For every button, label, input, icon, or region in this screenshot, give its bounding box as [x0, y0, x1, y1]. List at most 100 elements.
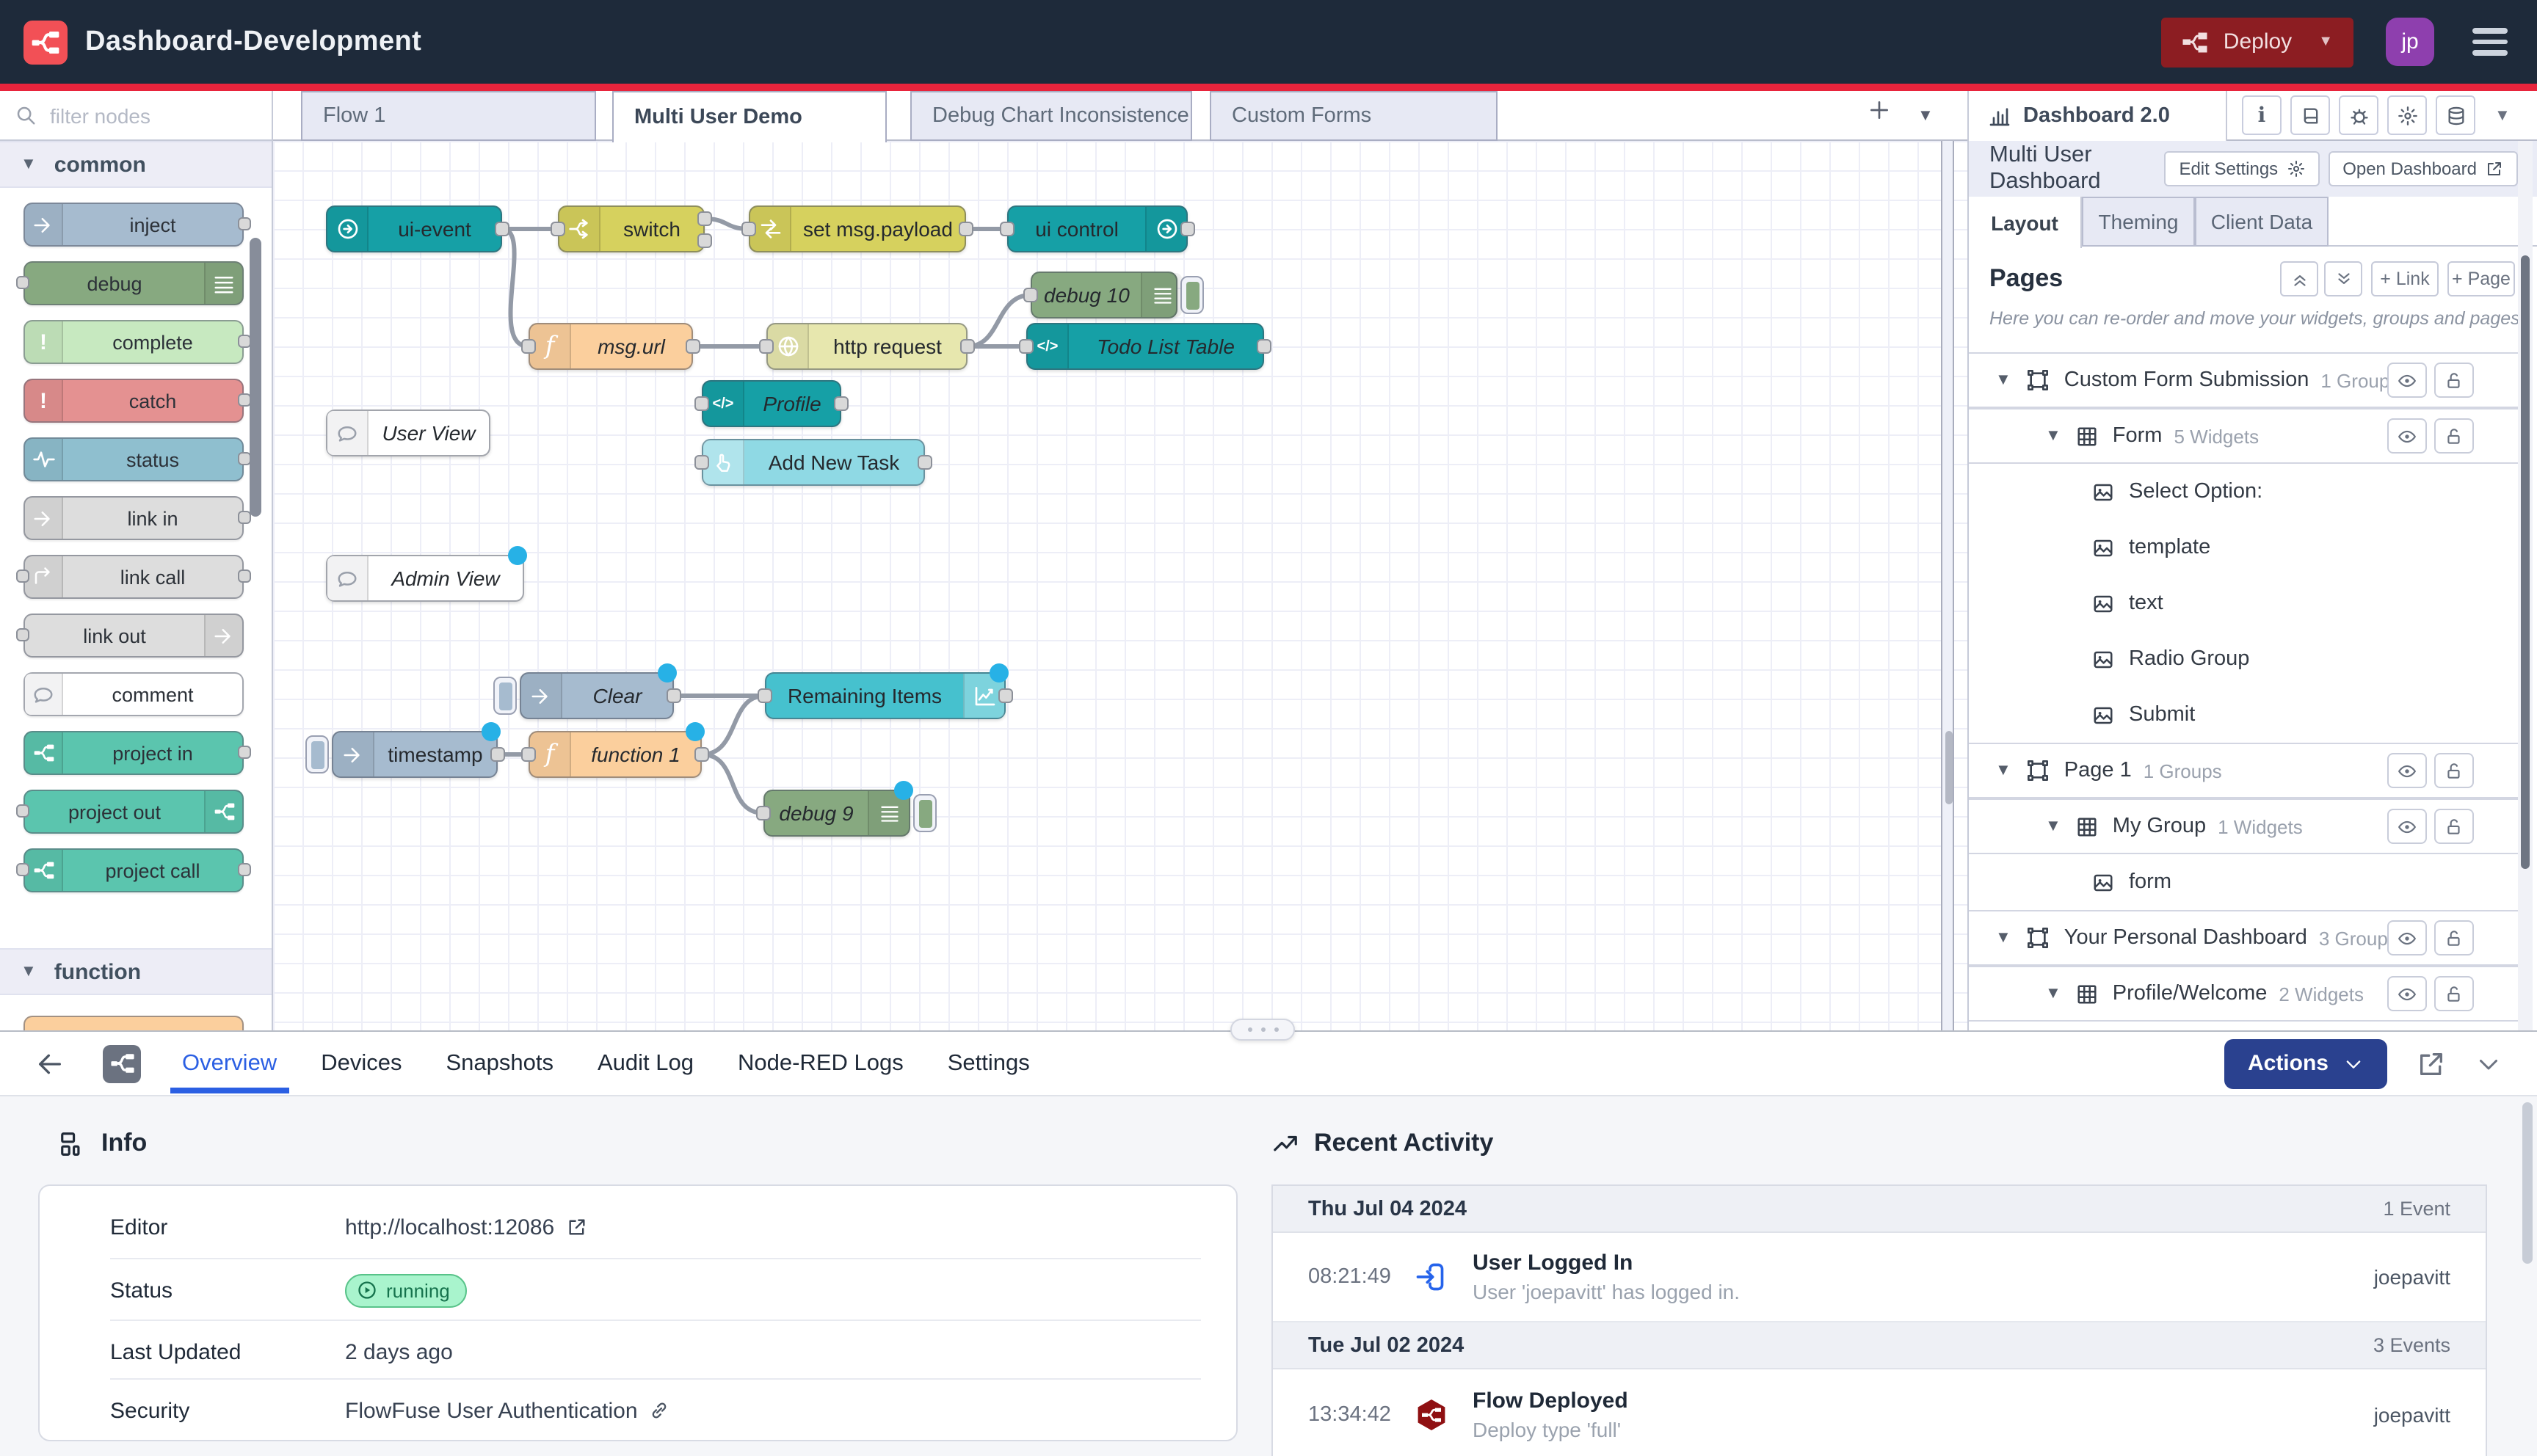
tree-group-form[interactable]: ▼ Form 5 Widgets: [1969, 408, 2521, 464]
node-debug-9[interactable]: debug 9: [763, 790, 910, 837]
input-port[interactable]: [521, 339, 536, 354]
flow-tab-flow1[interactable]: Flow 1: [301, 91, 596, 141]
scrollbar-thumb[interactable]: [2521, 255, 2530, 869]
tree-page-custom-form-submission[interactable]: ▼ Custom Form Submission 1 Groups: [1969, 352, 2521, 408]
tree-page-page-1[interactable]: ▼ Page 1 1 Groups: [1969, 743, 2521, 798]
tab-theming[interactable]: Theming: [2082, 197, 2195, 247]
output-port[interactable]: [834, 396, 849, 411]
tab-layout[interactable]: Layout: [1969, 197, 2082, 248]
edit-settings-button[interactable]: Edit Settings: [2164, 151, 2319, 186]
inject-button[interactable]: [305, 735, 329, 774]
unlock-button[interactable]: [2434, 920, 2474, 956]
output-port[interactable]: [238, 511, 251, 524]
help-book-button[interactable]: [2290, 95, 2330, 135]
sidebar-menu-caret-icon[interactable]: ▼: [2494, 107, 2511, 125]
chevron-down-icon[interactable]: ▼: [1995, 929, 2011, 947]
output-port-1[interactable]: [697, 211, 712, 226]
input-port[interactable]: [1023, 288, 1038, 302]
visibility-eye-button[interactable]: [2387, 363, 2427, 398]
tree-widget-text[interactable]: text: [1969, 575, 2521, 631]
filter-nodes-input[interactable]: [47, 102, 223, 128]
add-page-button[interactable]: + Page: [2447, 261, 2515, 296]
tree-widget-select-option[interactable]: Select Option:: [1969, 464, 2521, 520]
unlock-button[interactable]: [2434, 418, 2474, 454]
context-data-button[interactable]: [2436, 95, 2475, 135]
flow-list-caret-icon[interactable]: ▼: [1917, 107, 1934, 125]
output-port[interactable]: [998, 688, 1013, 703]
palette-node-inject[interactable]: inject: [23, 203, 244, 247]
add-link-button[interactable]: + Link: [2371, 261, 2439, 296]
output-port[interactable]: [238, 217, 251, 230]
output-port[interactable]: [667, 688, 681, 703]
sidebar-scrollbar[interactable]: [2518, 141, 2533, 1030]
palette-node-catch[interactable]: ! catch: [23, 379, 244, 423]
input-port[interactable]: [694, 396, 709, 411]
input-port[interactable]: [759, 339, 774, 354]
palette-node-link-in[interactable]: link in: [23, 496, 244, 540]
back-arrow-icon[interactable]: [35, 1049, 65, 1078]
output-port[interactable]: [686, 339, 700, 354]
output-port[interactable]: [918, 455, 932, 470]
node-switch[interactable]: switch: [558, 205, 705, 252]
output-port-2[interactable]: [697, 233, 712, 248]
tree-group-my-group[interactable]: ▼ My Group 1 Widgets: [1969, 798, 2521, 854]
output-port[interactable]: [490, 747, 505, 762]
input-port[interactable]: [1019, 339, 1034, 354]
tree-widget-template[interactable]: template: [1969, 520, 2521, 575]
add-flow-button[interactable]: [1868, 98, 1891, 122]
palette-node-debug[interactable]: debug: [23, 261, 244, 305]
output-port[interactable]: [960, 339, 975, 354]
debug-toggle-button[interactable]: [1180, 276, 1204, 314]
tab-snapshots[interactable]: Snapshots: [443, 1034, 557, 1093]
input-port[interactable]: [16, 628, 29, 641]
move-up-button[interactable]: [2280, 261, 2318, 296]
node-profile[interactable]: </> Profile: [702, 380, 841, 427]
palette-node-comment[interactable]: comment: [23, 672, 244, 716]
wire[interactable]: [702, 696, 765, 754]
node-ui-control[interactable]: ui control: [1007, 205, 1188, 252]
node-http-request[interactable]: http request: [766, 323, 968, 370]
tab-audit-log[interactable]: Audit Log: [595, 1034, 697, 1093]
node-debug-10[interactable]: debug 10: [1031, 272, 1177, 318]
wire[interactable]: [702, 754, 763, 813]
tab-client-data[interactable]: Client Data: [2195, 197, 2329, 247]
output-port[interactable]: [238, 863, 251, 876]
palette-category-common[interactable]: ▼ common: [0, 141, 272, 188]
node-remaining-items-chart[interactable]: Remaining Items: [765, 672, 1006, 719]
canvas-vertical-scrollbar[interactable]: [1941, 141, 1954, 1030]
visibility-eye-button[interactable]: [2387, 753, 2427, 788]
input-port[interactable]: [1000, 222, 1015, 236]
tab-overview[interactable]: Overview: [179, 1034, 280, 1093]
activity-event-user-logged-in[interactable]: 08:21:49 User Logged In User 'joepavitt'…: [1273, 1233, 2486, 1322]
node-timestamp-inject[interactable]: timestamp: [332, 731, 498, 778]
visibility-eye-button[interactable]: [2387, 418, 2427, 454]
output-port[interactable]: [238, 746, 251, 759]
tree-widget-submit[interactable]: Submit: [1969, 687, 2521, 743]
palette-node-status[interactable]: status: [23, 437, 244, 481]
flow-tab-multi-user-demo[interactable]: Multi User Demo: [612, 91, 887, 142]
flow-tab-debug-chart[interactable]: Debug Chart Inconsistence S: [910, 91, 1192, 141]
palette-node-link-call[interactable]: link call: [23, 555, 244, 599]
visibility-eye-button[interactable]: [2387, 809, 2427, 844]
flow-canvas[interactable]: ui-event switch set msg.payload ui contr…: [273, 141, 1967, 1030]
output-port[interactable]: [1180, 222, 1195, 236]
wire[interactable]: [502, 229, 529, 346]
node-set-msg-payload[interactable]: set msg.payload: [749, 205, 966, 252]
output-port[interactable]: [495, 222, 509, 236]
deploy-caret-icon[interactable]: ▼: [2318, 34, 2333, 50]
input-port[interactable]: [521, 747, 536, 762]
bottom-panel-scrollbar[interactable]: [2522, 1102, 2533, 1264]
deploy-button[interactable]: Deploy ▼: [2162, 17, 2353, 67]
palette-search[interactable]: [0, 91, 272, 141]
tree-group-profile-welcome[interactable]: ▼ Profile/Welcome 2 Widgets: [1969, 966, 2521, 1022]
debug-bug-button[interactable]: [2339, 95, 2378, 135]
palette-node-complete[interactable]: ! complete: [23, 320, 244, 364]
tree-widget-form[interactable]: form: [1969, 854, 2521, 910]
flow-tab-custom-forms[interactable]: Custom Forms: [1210, 91, 1498, 141]
palette-node-project-call[interactable]: project call: [23, 848, 244, 892]
palette-scrollbar[interactable]: [250, 238, 261, 517]
open-editor-external-icon[interactable]: [2417, 1049, 2446, 1078]
actions-button[interactable]: Actions: [2224, 1038, 2387, 1088]
collapse-panel-chevron-icon[interactable]: [2475, 1050, 2502, 1077]
chevron-down-icon[interactable]: ▼: [1995, 762, 2011, 779]
